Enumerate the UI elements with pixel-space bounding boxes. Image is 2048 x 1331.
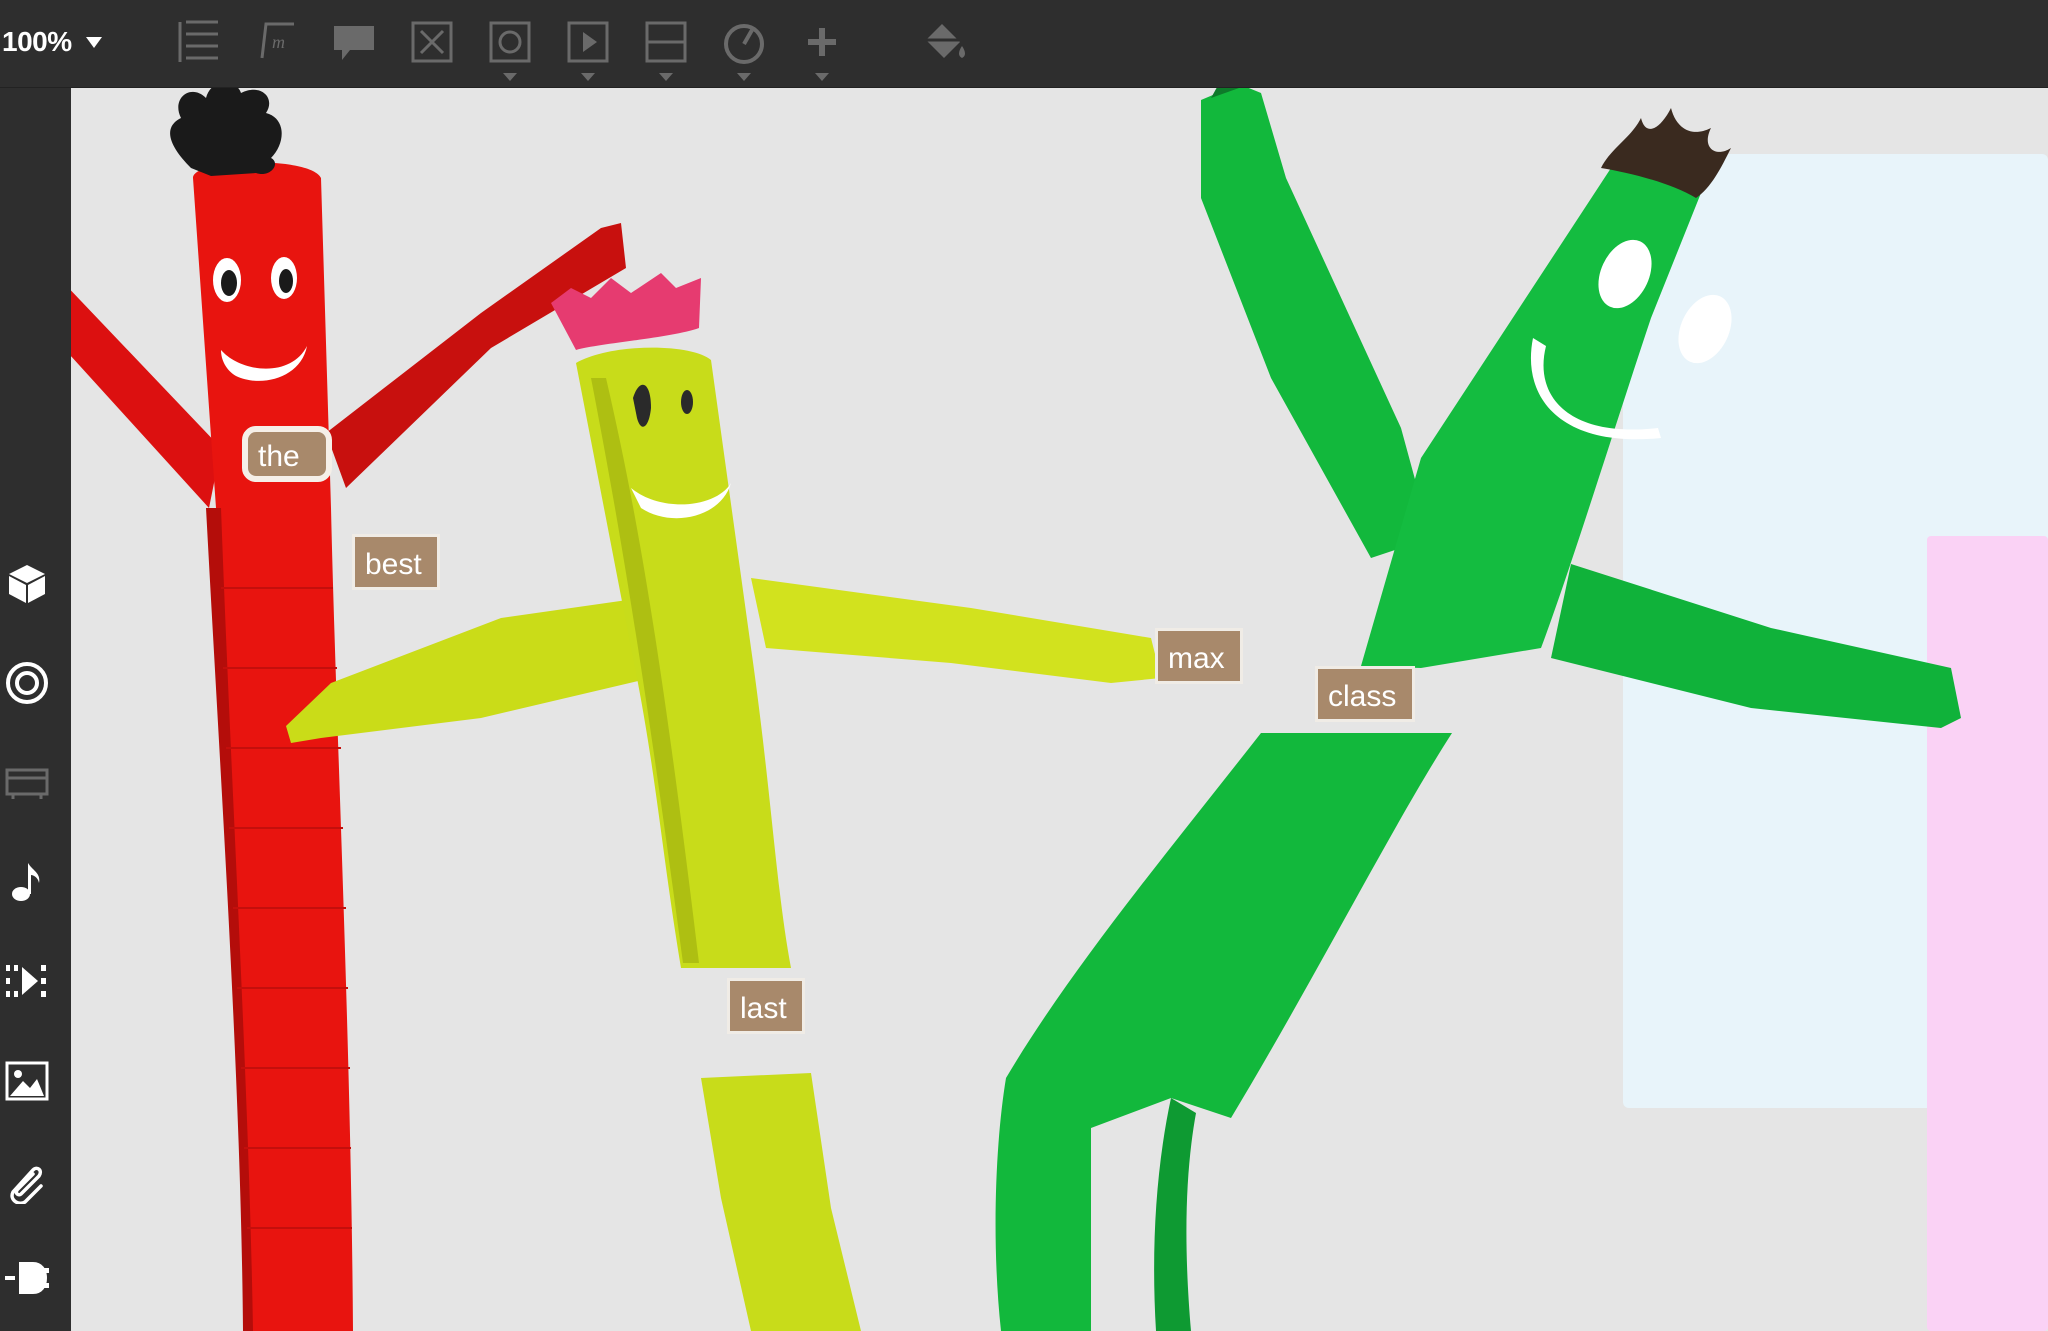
word-text: last	[740, 992, 787, 1025]
add-tool-icon	[808, 28, 836, 56]
timer-tool-icon	[724, 24, 764, 64]
music-button[interactable]	[0, 851, 54, 911]
frame-button[interactable]	[0, 752, 54, 812]
word-tile-class[interactable]: class	[1315, 666, 1415, 722]
word-tile-last[interactable]: last	[727, 978, 805, 1034]
image-icon	[5, 1061, 49, 1101]
chevron-down-icon	[581, 73, 595, 81]
word-tile-the[interactable]: the	[242, 426, 332, 482]
red-left-arm	[71, 290, 221, 508]
red-right-arm	[326, 223, 626, 488]
zoom-value: 100%	[2, 26, 72, 57]
word-text: max	[1168, 642, 1225, 675]
word-text: best	[365, 548, 422, 581]
media-tool-icon	[567, 21, 609, 63]
frame-icon	[5, 768, 49, 799]
math-tool-icon: m	[260, 22, 294, 59]
chevron-down-icon	[737, 73, 751, 81]
yellow-lower-body	[701, 1073, 861, 1331]
image-button[interactable]	[0, 1051, 54, 1111]
cube-button[interactable]	[0, 553, 54, 613]
paperclip-icon	[10, 1166, 43, 1204]
word-tile-max[interactable]: max	[1155, 628, 1243, 684]
sequence-icon	[6, 965, 46, 997]
svg-text:m: m	[272, 32, 285, 52]
add-tool-button[interactable]	[794, 18, 850, 82]
zoom-dropdown[interactable]: 100%	[2, 24, 102, 60]
attachment-button[interactable]	[0, 1150, 54, 1210]
word-text: class	[1328, 680, 1397, 713]
divider-tool-icon	[645, 21, 687, 63]
target-button[interactable]	[0, 653, 54, 713]
plugin-button[interactable]	[0, 1248, 54, 1308]
shape-tool-button[interactable]	[482, 18, 538, 82]
cube-icon	[9, 565, 45, 603]
red-body	[193, 162, 353, 1331]
sequence-button[interactable]	[0, 951, 54, 1011]
pink-panel[interactable]	[1927, 536, 2048, 1331]
chevron-down-icon	[85, 36, 102, 48]
canvas[interactable]: the best max class last	[71, 88, 2048, 1331]
media-tool-button[interactable]	[560, 18, 616, 82]
text-tool-icon	[178, 20, 218, 62]
chevron-down-icon	[659, 73, 673, 81]
red-hair	[170, 88, 282, 176]
text-tool-button[interactable]	[170, 18, 226, 82]
yellow-left-arm	[286, 598, 651, 743]
yellow-right-arm	[751, 578, 1161, 683]
divider-tool-button[interactable]	[638, 18, 694, 82]
delete-box-tool-button[interactable]	[404, 18, 460, 82]
word-tile-best[interactable]: best	[352, 534, 440, 590]
green-lower-body	[995, 733, 1452, 1331]
scene-artwork	[71, 88, 2048, 1331]
top-toolbar: 100% m	[0, 0, 2048, 88]
paint-bucket-button[interactable]	[916, 18, 972, 82]
music-note-icon	[12, 863, 40, 901]
shape-tool-icon	[489, 21, 531, 63]
word-text: the	[258, 440, 300, 473]
chevron-down-icon	[503, 73, 517, 81]
delete-box-tool-icon	[411, 21, 453, 63]
math-tool-button[interactable]: m	[248, 18, 304, 82]
green-left-arm	[1201, 88, 1431, 558]
chevron-down-icon	[815, 73, 829, 81]
comment-tool-button[interactable]	[326, 18, 382, 82]
target-icon	[6, 662, 48, 704]
paint-bucket-icon	[926, 24, 965, 58]
plugin-icon	[5, 1262, 49, 1294]
timer-tool-button[interactable]	[716, 18, 772, 82]
left-sidebar	[0, 88, 71, 1331]
comment-tool-icon	[334, 26, 374, 60]
